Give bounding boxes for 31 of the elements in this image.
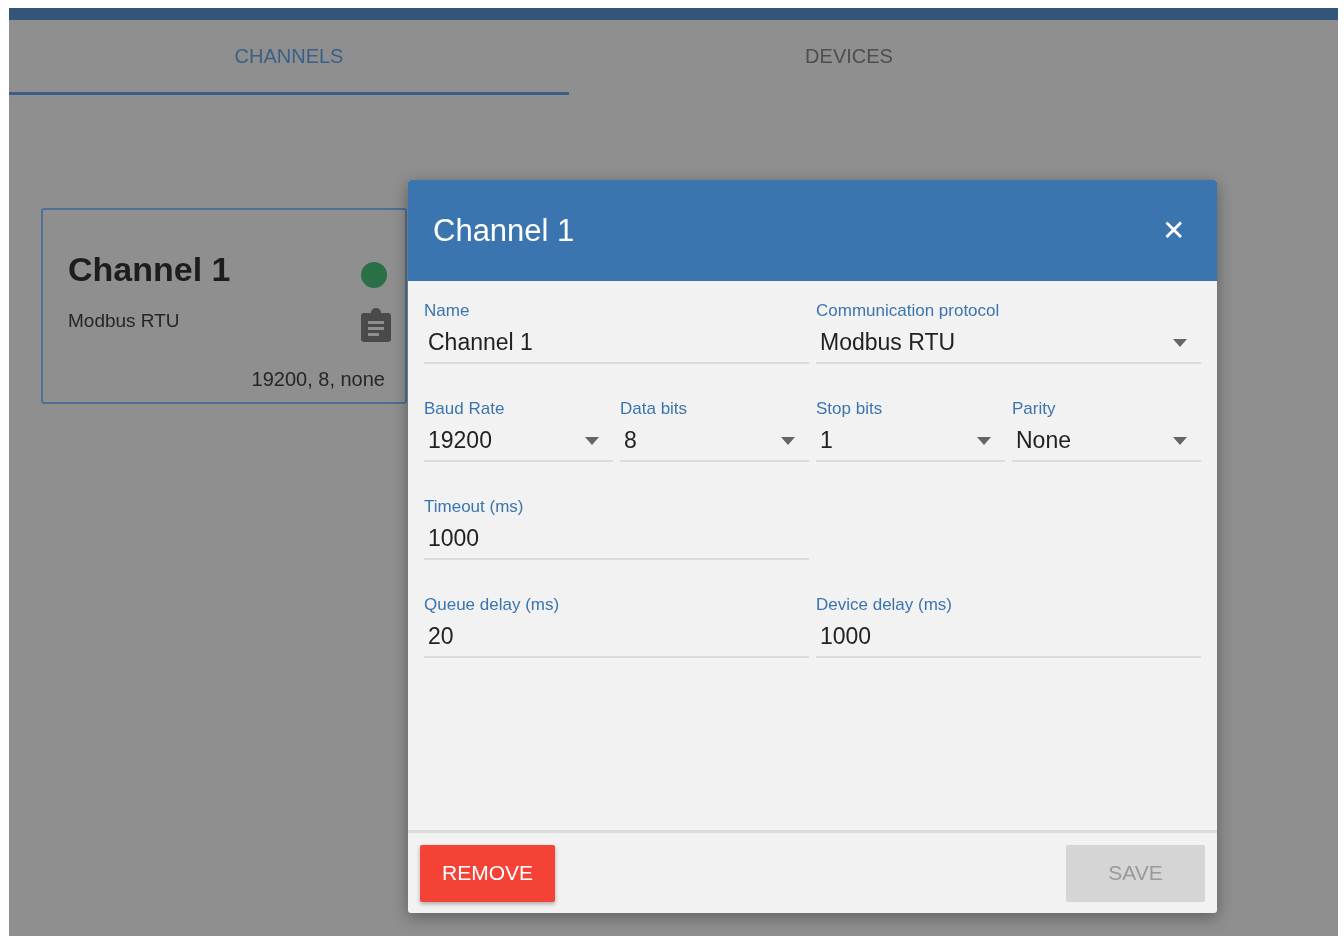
channel-card[interactable]: Channel 1 Modbus RTU 19200, 8, none bbox=[41, 208, 407, 404]
field-label: Communication protocol bbox=[816, 301, 1001, 321]
settings-text: 19200, 8, none bbox=[251, 368, 385, 393]
clipboard-icon[interactable] bbox=[361, 307, 391, 342]
protocol-text: Modbus RTU bbox=[68, 309, 181, 333]
field-label: Data bits bbox=[620, 399, 689, 419]
caret-icon bbox=[585, 436, 599, 445]
field-label: Timeout (ms) bbox=[424, 497, 525, 517]
remove-button[interactable]: REMOVE bbox=[420, 844, 555, 902]
field-label: Queue delay (ms) bbox=[424, 595, 561, 615]
field-label: Baud Rate bbox=[424, 399, 506, 419]
caret-icon bbox=[1173, 338, 1187, 347]
field-label: Device delay (ms) bbox=[816, 595, 954, 615]
caret-icon bbox=[977, 436, 991, 445]
input-field[interactable]: Channel 1 bbox=[424, 329, 809, 356]
dropdown-field[interactable]: 19200 bbox=[424, 427, 613, 454]
field-label: Parity bbox=[1012, 399, 1057, 419]
dropdown-field[interactable]: 1 bbox=[816, 427, 1005, 454]
caret-icon bbox=[1173, 436, 1187, 445]
input-field[interactable]: 20 bbox=[424, 623, 809, 650]
field-label: Stop bits bbox=[816, 399, 884, 419]
dialog-title: Channel 1 bbox=[433, 212, 575, 249]
input-field[interactable]: 1000 bbox=[424, 525, 809, 552]
field-label: Name bbox=[424, 301, 471, 321]
dropdown-field[interactable]: 8 bbox=[620, 427, 809, 454]
card-title: Channel 1 bbox=[68, 250, 232, 290]
dropdown-field[interactable]: Modbus RTU bbox=[816, 329, 1201, 356]
close-button[interactable]: ✕ bbox=[1162, 214, 1185, 247]
dropdown-field[interactable]: None bbox=[1012, 427, 1201, 454]
caret-icon bbox=[781, 436, 795, 445]
input-field[interactable]: 1000 bbox=[816, 623, 1201, 650]
